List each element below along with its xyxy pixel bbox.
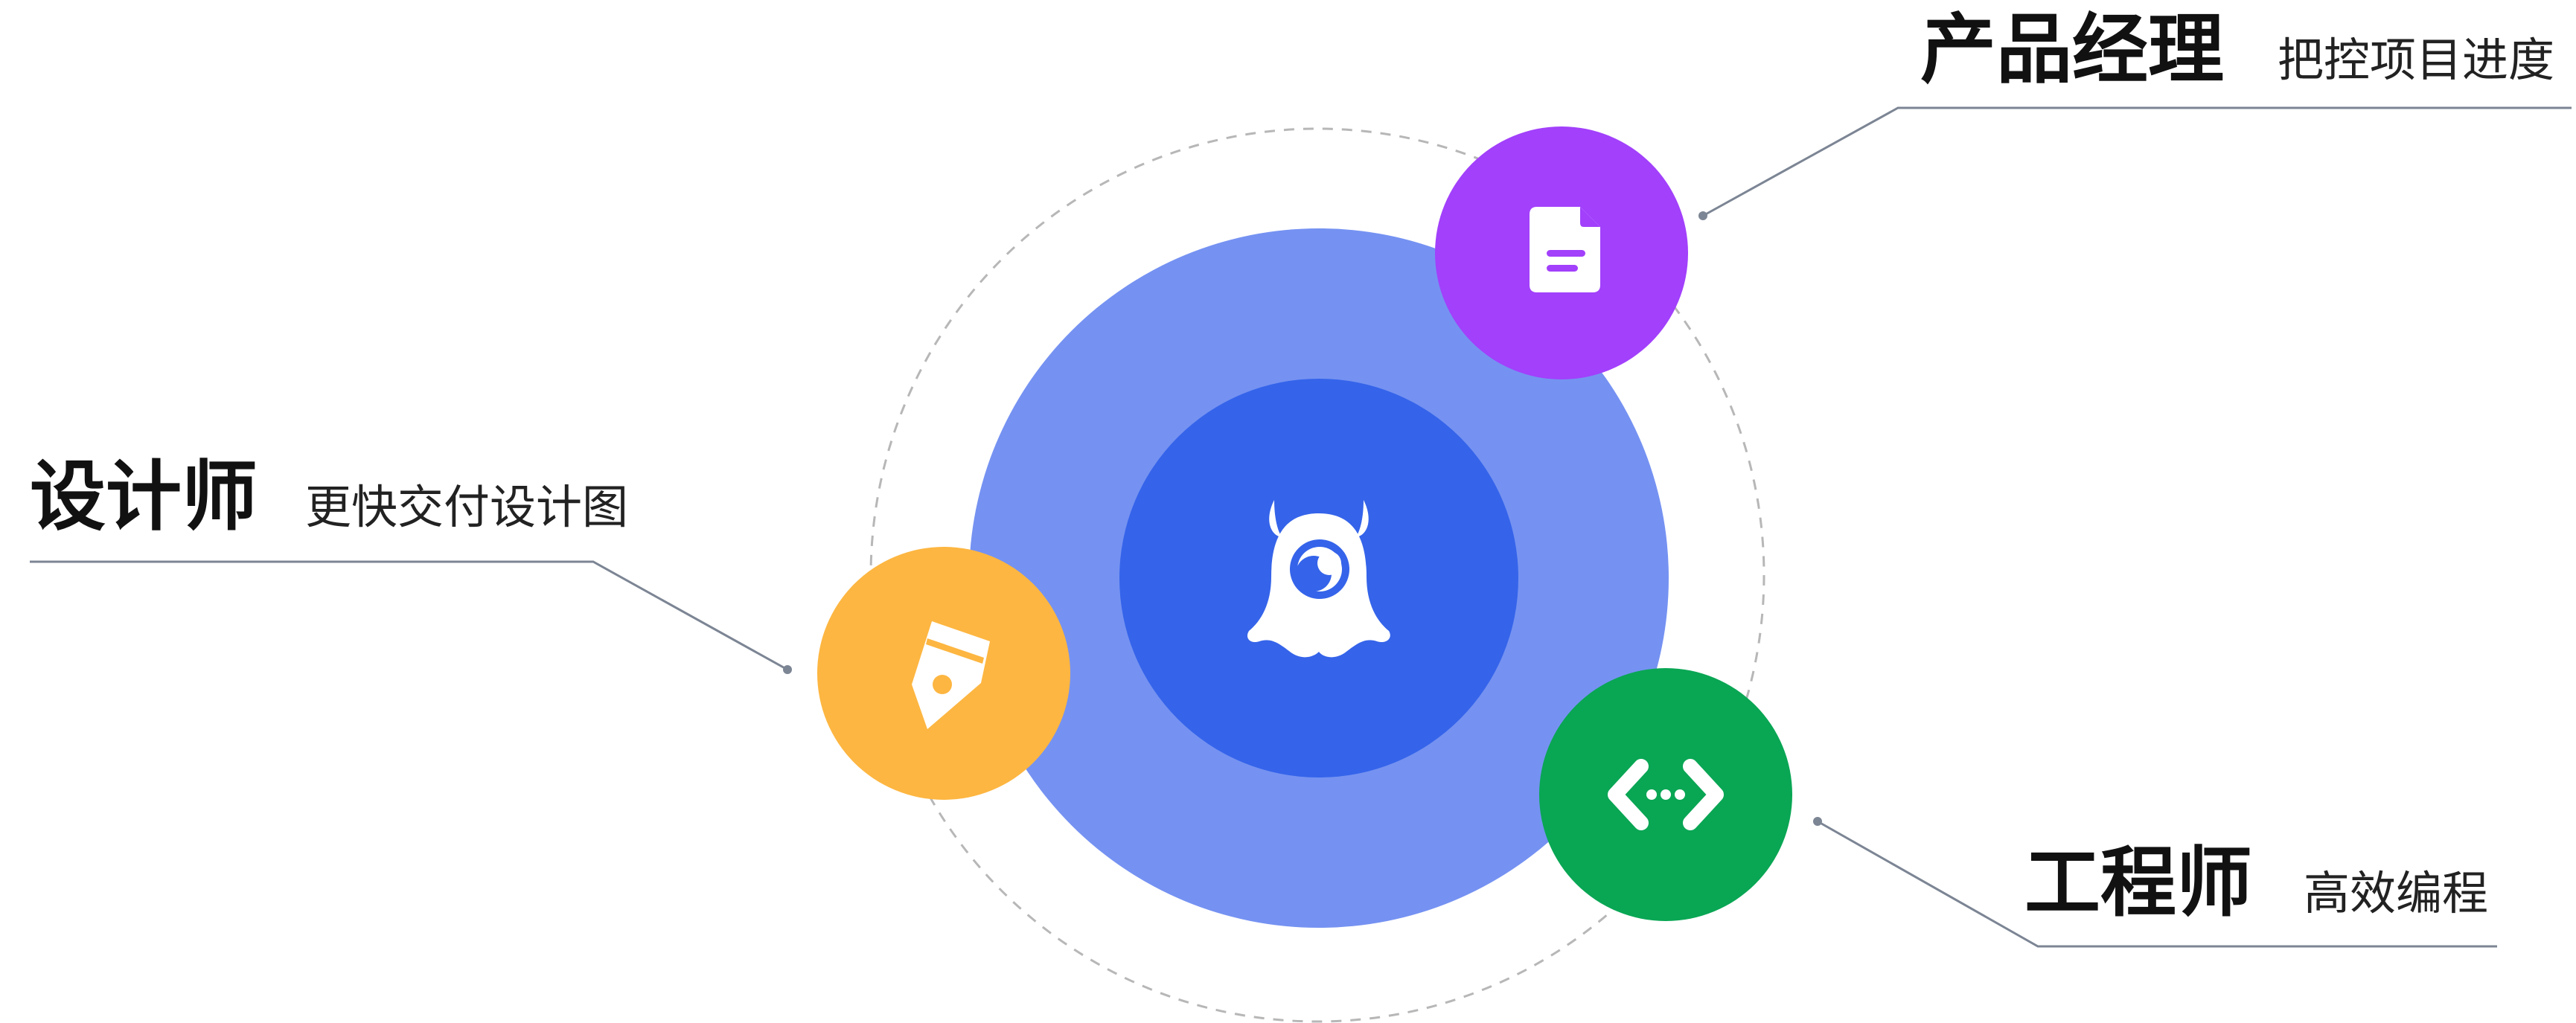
product-leader-line bbox=[1702, 106, 2572, 217]
document-icon bbox=[1530, 207, 1600, 292]
product-desc: 把控项目进度 bbox=[2278, 33, 2554, 87]
engineer-title: 工程师 bbox=[2024, 839, 2252, 928]
product-node bbox=[1435, 126, 1688, 379]
designer-desc: 更快交付设计图 bbox=[305, 480, 628, 534]
designer-leader-dot bbox=[783, 665, 792, 674]
engineer-leader-dot bbox=[1813, 817, 1822, 826]
product-title: 产品经理 bbox=[1920, 6, 2224, 94]
designer-leader-line bbox=[30, 560, 788, 671]
engineer-node bbox=[1539, 668, 1792, 921]
engineer-desc: 高效编程 bbox=[2304, 866, 2488, 920]
designer-node bbox=[817, 547, 1070, 800]
designer-title: 设计师 bbox=[30, 453, 258, 542]
product-leader-dot bbox=[1698, 211, 1707, 220]
role-diagram: 产品经理 把控项目进度 设计师 更快交付设计图 工程师 高效编程 bbox=[30, 6, 2572, 1023]
